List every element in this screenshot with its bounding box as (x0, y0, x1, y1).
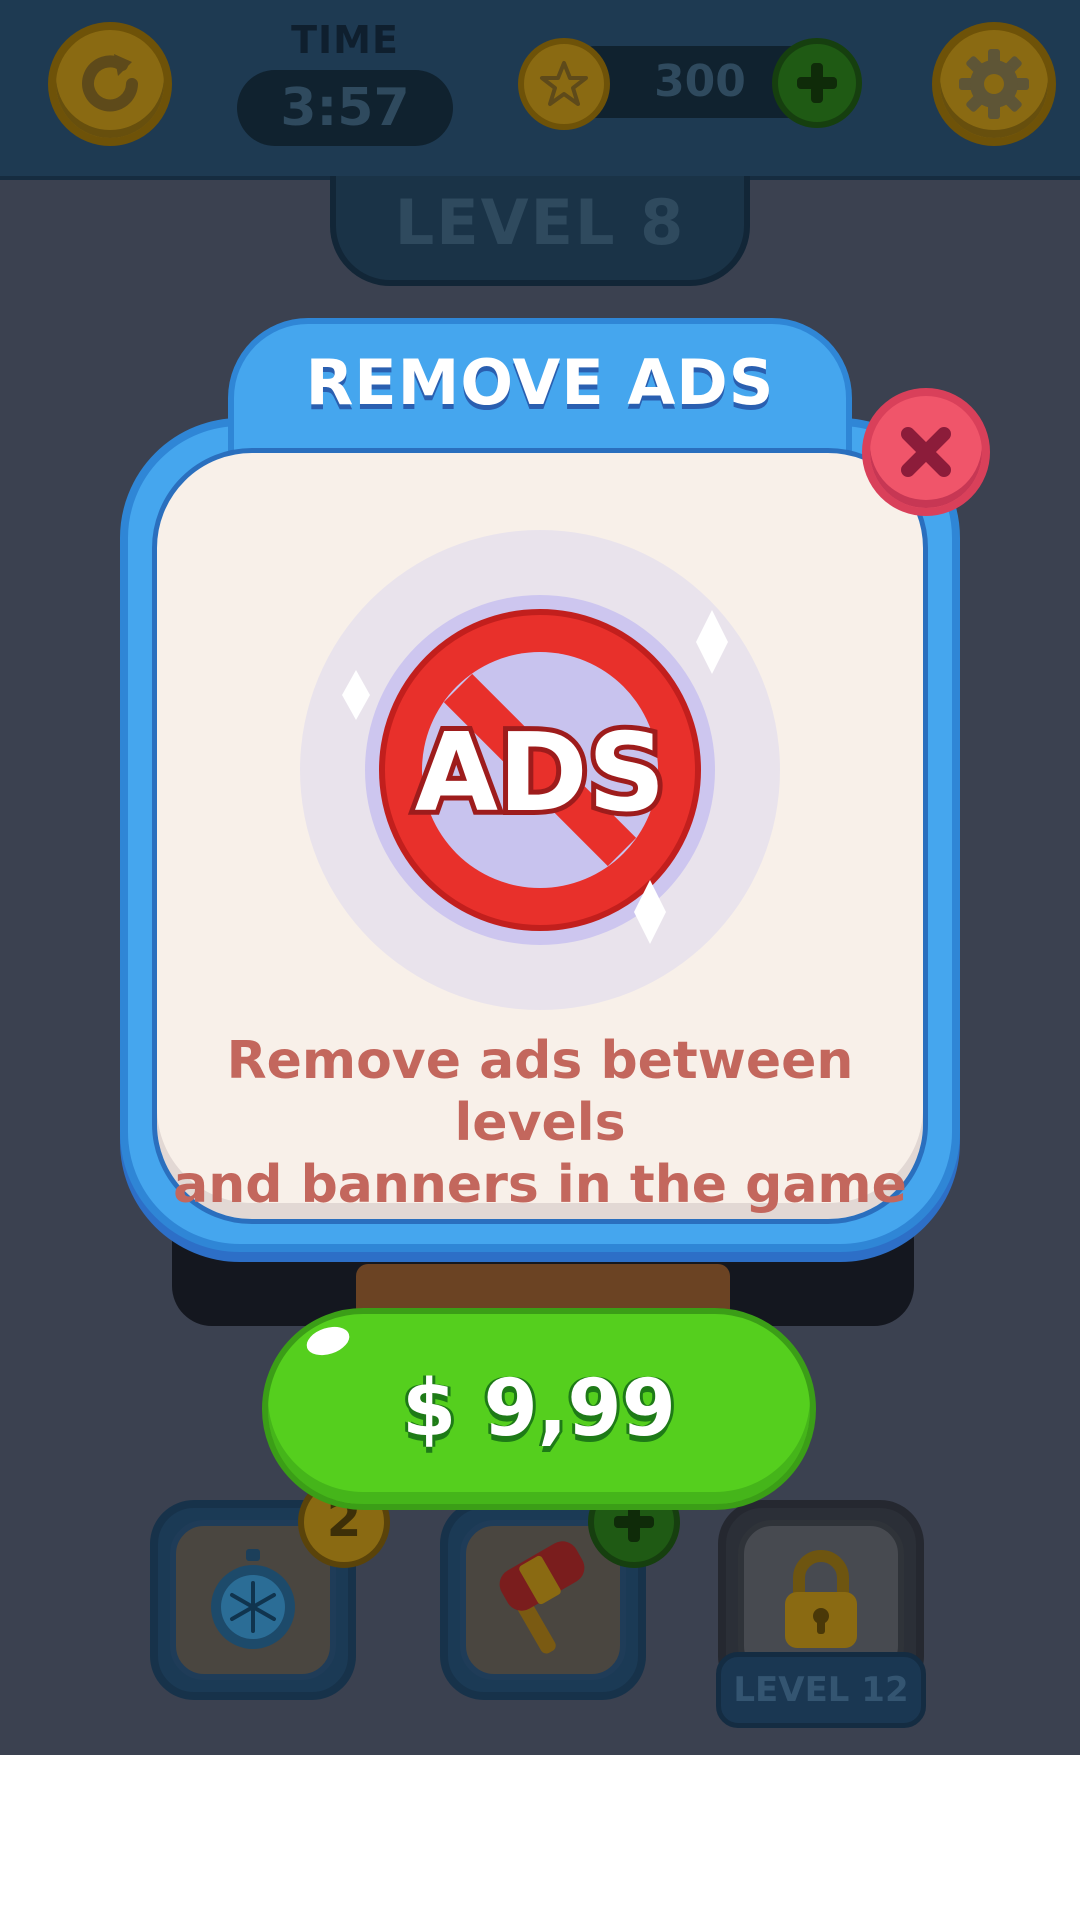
time-value: 3:57 (280, 78, 410, 138)
plus-icon (797, 63, 837, 103)
stopwatch-freeze-icon (211, 1549, 295, 1649)
close-button[interactable] (862, 388, 990, 516)
hammer-icon (499, 1541, 585, 1654)
restart-button[interactable] (48, 22, 172, 146)
coin-value: 300 (654, 56, 746, 107)
add-coins-button[interactable] (772, 38, 862, 128)
restart-icon (82, 54, 138, 112)
settings-button[interactable] (932, 22, 1056, 146)
level-title: LEVEL 8 (394, 186, 686, 259)
ads-label: ADS (414, 711, 665, 836)
description-line-1: Remove ads between levels (226, 1031, 854, 1153)
time-label: TIME (291, 18, 399, 62)
price-label[interactable]: $ 9,99 (262, 1364, 816, 1454)
dialog-title: REMOVE ADS (305, 346, 775, 419)
description-line-2: and banners in the game (173, 1155, 907, 1215)
locked-level-label: LEVEL 12 (733, 1670, 909, 1710)
close-icon (901, 427, 951, 477)
gear-icon (959, 49, 1029, 119)
dialog-description: Remove ads between levels and banners in… (152, 1030, 928, 1216)
padlock-icon (785, 1550, 857, 1648)
star-coin-icon (518, 38, 610, 130)
no-ads-illustration: ADS (300, 530, 780, 1010)
